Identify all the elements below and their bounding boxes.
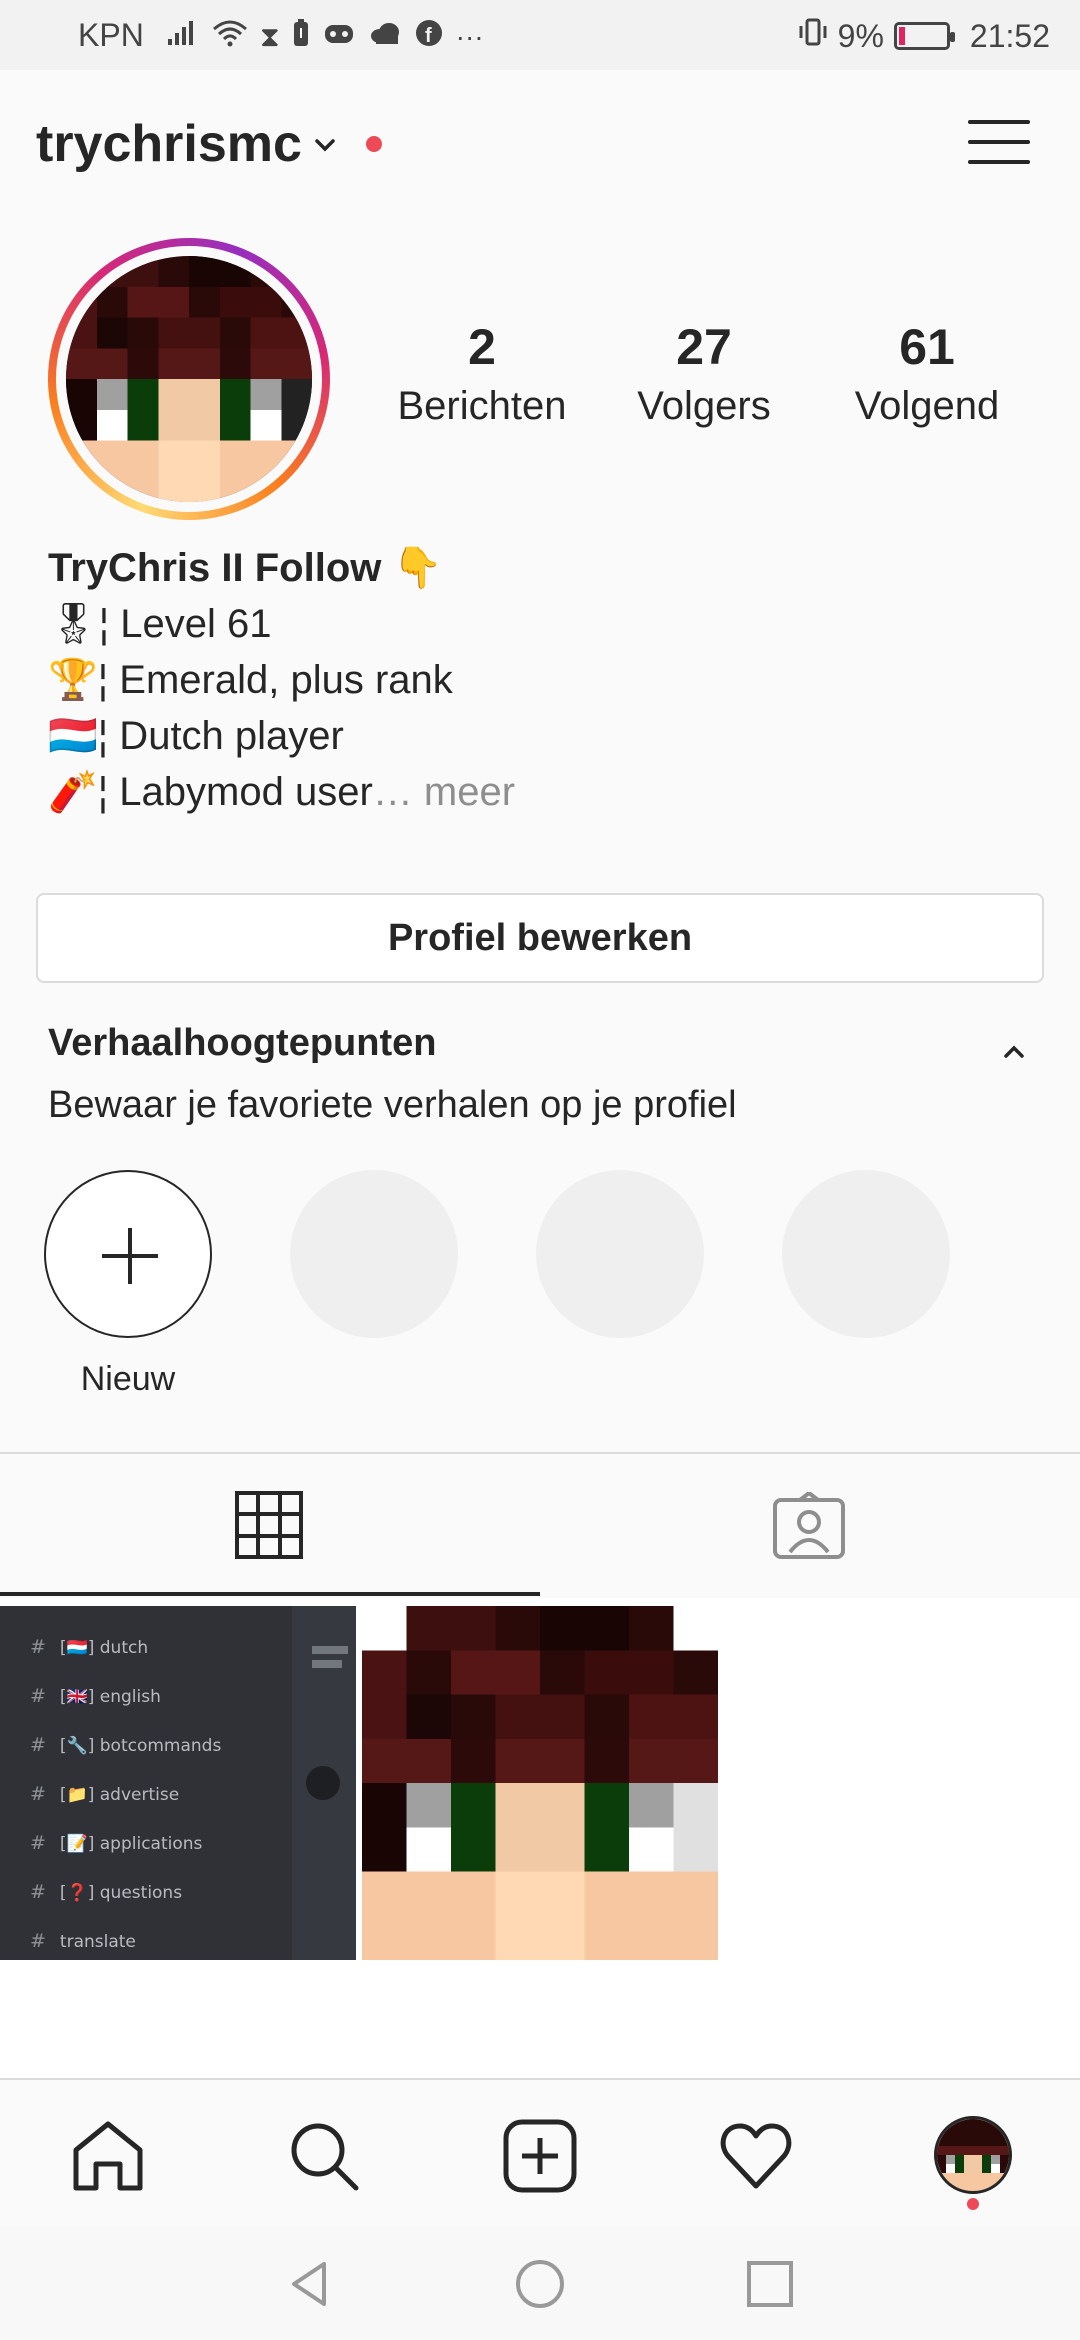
profile-header: trychrismc bbox=[0, 70, 1080, 220]
channel-list: # [🇱🇺] dutch # [🇬🇧] english # [🔧] botcomman… bbox=[0, 1606, 290, 1960]
highlights-subtitle: Bewaar je favoriete verhalen op je profi… bbox=[48, 1084, 737, 1126]
highlights-title: Verhaalhoogtepunten bbox=[48, 1022, 437, 1064]
plus-icon bbox=[102, 1228, 158, 1284]
avatar-story-ring[interactable] bbox=[48, 238, 330, 520]
profile-tabs bbox=[0, 1454, 1080, 1596]
highlight-placeholder bbox=[782, 1170, 950, 1338]
stat-value: 61 bbox=[899, 319, 955, 375]
bio-line: 🇱🇺¦ Dutch player bbox=[48, 714, 344, 758]
bio-more-link[interactable]: … meer bbox=[373, 770, 515, 814]
channel-item: # [🔧] botcommands bbox=[30, 1734, 222, 1756]
status-icons: ⧗ f ··· bbox=[166, 18, 484, 56]
post-thumbnail[interactable] bbox=[362, 1606, 718, 1960]
chevron-up-icon[interactable] bbox=[1002, 1040, 1026, 1064]
new-highlight-button[interactable] bbox=[44, 1170, 212, 1338]
more-icon: ··· bbox=[455, 21, 484, 52]
hourglass-icon: ⧗ bbox=[260, 21, 280, 52]
grid-icon[interactable] bbox=[234, 1490, 304, 1560]
post-thumbnail[interactable]: # [🇱🇺] dutch # [🇬🇧] english # [🔧] botcomman… bbox=[0, 1606, 356, 1960]
menu-icon[interactable] bbox=[968, 114, 1032, 170]
search-icon[interactable] bbox=[286, 2118, 362, 2194]
bio-line: 🎖¦ Level 61 bbox=[48, 602, 272, 646]
channel-item: # [🇬🇧] english bbox=[30, 1685, 161, 1707]
bio-line: 🧨¦ Labymod user bbox=[48, 770, 373, 814]
bio-line: 🏆¦ Emerald, plus rank bbox=[48, 658, 453, 702]
highlight-placeholder bbox=[536, 1170, 704, 1338]
notification-dot bbox=[366, 136, 382, 152]
stat-value: 2 bbox=[468, 319, 496, 375]
stat-label: Volgers bbox=[637, 384, 771, 428]
svg-text:f: f bbox=[425, 25, 432, 47]
channel-item: # [📝] applications bbox=[30, 1832, 203, 1854]
facebook-icon: f bbox=[414, 18, 444, 56]
channel-item: # translate bbox=[30, 1930, 136, 1952]
carrier-label: KPN bbox=[78, 17, 144, 53]
bio-line-last: 🧨¦ Labymod user… meer bbox=[48, 764, 515, 820]
stat-followers[interactable]: 27 Volgers bbox=[604, 318, 804, 432]
stat-label: Volgend bbox=[854, 384, 1000, 428]
avatar bbox=[66, 256, 312, 502]
chevron-down-icon[interactable] bbox=[314, 134, 336, 156]
skin-image bbox=[362, 1606, 718, 1960]
profile-tab-avatar[interactable] bbox=[934, 2116, 1012, 2194]
status-bar: KPN ⧗ f ··· 9% 21:52 bbox=[0, 0, 1080, 70]
signal-icon bbox=[166, 19, 200, 55]
recents-icon[interactable] bbox=[744, 2258, 796, 2310]
system-nav-bar bbox=[0, 2226, 1080, 2340]
username[interactable]: trychrismc bbox=[36, 114, 302, 174]
display-name: TryChris II Follow 👇 bbox=[48, 546, 443, 590]
posts-grid: # [🇱🇺] dutch # [🇬🇧] english # [🔧] botcomman… bbox=[0, 1598, 1080, 2090]
channel-item: # [📁] advertise bbox=[30, 1783, 180, 1805]
notification-dot bbox=[967, 2198, 979, 2210]
clock: 21:52 bbox=[969, 17, 1050, 54]
stat-following[interactable]: 61 Volgend bbox=[827, 318, 1027, 432]
active-tab-indicator bbox=[0, 1592, 540, 1596]
chat-pane bbox=[292, 1606, 356, 1960]
new-highlight-label: Nieuw bbox=[80, 1360, 176, 1398]
home-icon[interactable] bbox=[70, 2118, 146, 2194]
cloud-icon bbox=[368, 20, 402, 54]
stat-posts[interactable]: 2 Berichten bbox=[382, 318, 582, 432]
tagged-icon[interactable] bbox=[772, 1492, 846, 1560]
stat-label: Berichten bbox=[397, 384, 567, 428]
channel-item: # [🇱🇺] dutch bbox=[30, 1636, 149, 1658]
back-icon[interactable] bbox=[284, 2258, 336, 2310]
vibrate-icon bbox=[798, 17, 828, 55]
heart-icon[interactable] bbox=[718, 2118, 794, 2194]
stat-value: 27 bbox=[676, 319, 732, 375]
edit-profile-button[interactable]: Profiel bewerken bbox=[36, 893, 1044, 983]
channel-item: # [❓] questions bbox=[30, 1881, 183, 1903]
battery-percent: 9% bbox=[837, 17, 884, 54]
bottom-nav bbox=[0, 2078, 1080, 2226]
highlight-placeholder bbox=[290, 1170, 458, 1338]
wifi-icon bbox=[212, 19, 248, 55]
add-post-icon[interactable] bbox=[502, 2118, 578, 2194]
home-button-icon[interactable] bbox=[514, 2258, 566, 2310]
battery-icon bbox=[893, 22, 955, 50]
battery-saver-icon bbox=[292, 18, 310, 56]
bio: TryChris II Follow 👇 🎖¦ Level 61 🏆¦ Emer… bbox=[48, 540, 515, 820]
status-right: 9% 21:52 bbox=[798, 17, 1050, 55]
game-icon bbox=[322, 19, 356, 55]
